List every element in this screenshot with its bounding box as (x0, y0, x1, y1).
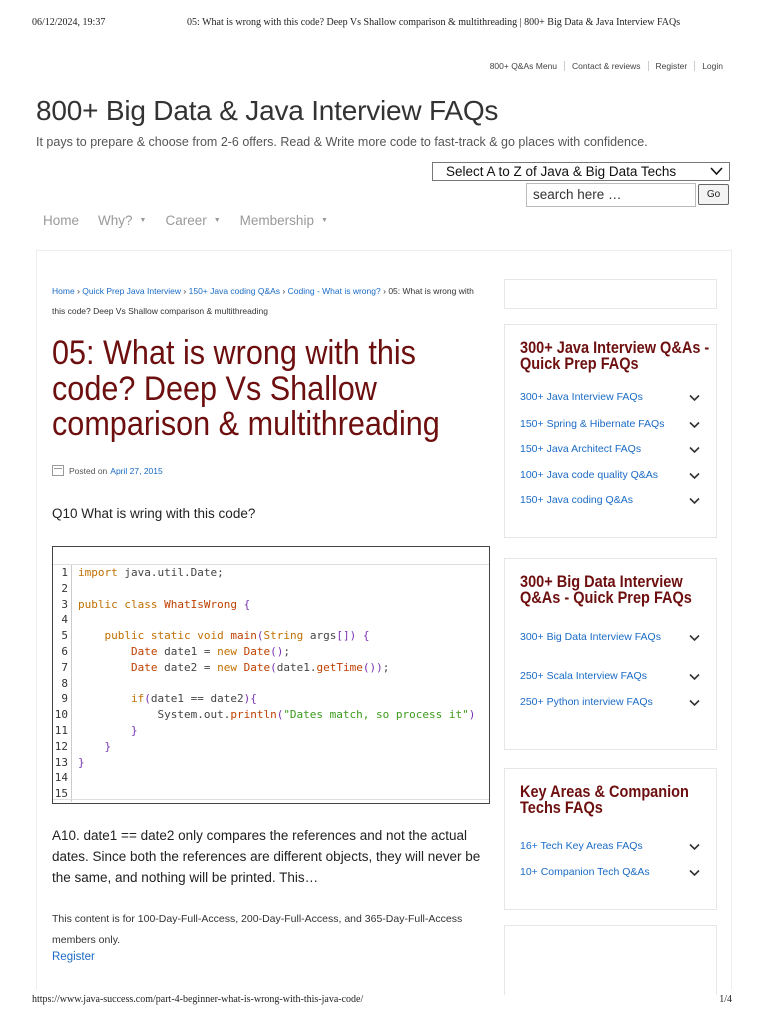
sidebar-ad-slot (504, 279, 717, 309)
widget-item[interactable]: 16+ Tech Key Areas FAQs (520, 841, 710, 852)
breadcrumb-home[interactable]: Home (52, 286, 75, 296)
breadcrumb-what-is-wrong[interactable]: Coding - What is wrong? (288, 286, 381, 296)
widget-item[interactable]: 300+ Java Interview FAQs (520, 392, 710, 403)
nav-career[interactable]: Career ▼ (165, 213, 220, 228)
post-title: 05: What is wrong with this code? Deep V… (52, 334, 440, 443)
widget-item[interactable]: 250+ Scala Interview FAQs (520, 671, 710, 682)
site-description: It pays to prepare & choose from 2-6 off… (36, 135, 648, 149)
caret-down-icon: ▼ (139, 217, 147, 224)
site-title[interactable]: 800+ Big Data & Java Interview FAQs (36, 95, 498, 127)
topnav-menu-link[interactable]: 800+ Q&As Menu (483, 61, 564, 71)
question-text: Q10 What is wring with this code? (52, 506, 256, 521)
main-nav: Home Why? ▼ Career ▼ Membership ▼ (43, 213, 347, 228)
print-date: 06/12/2024, 19:37 (32, 17, 106, 28)
breadcrumb: Home › Quick Prep Java Interview › 150+ … (52, 286, 474, 316)
print-page-number: 1/4 (719, 994, 732, 1005)
nav-why[interactable]: Why? ▼ (98, 213, 146, 228)
widget-item[interactable]: 150+ Java Architect FAQs (520, 444, 710, 455)
tech-select[interactable]: Select A to Z of Java & Big Data Techs (432, 162, 730, 181)
top-nav: 800+ Q&As Menu Contact & reviews Registe… (483, 61, 730, 71)
widget-title: Key Areas & Companion Techs FAQs (520, 783, 689, 817)
widget-item[interactable]: 150+ Spring & Hibernate FAQs (520, 419, 710, 430)
search-input[interactable]: search here … (526, 183, 696, 207)
print-footer: https://www.java-success.com/part-4-begi… (32, 994, 736, 1008)
chevron-down-icon (689, 446, 700, 457)
nav-membership[interactable]: Membership ▼ (240, 213, 328, 228)
posted-date-link[interactable]: April 27, 2015 (110, 466, 162, 476)
print-url: https://www.java-success.com/part-4-begi… (32, 994, 364, 1005)
topnav-login-link[interactable]: Login (694, 61, 730, 71)
chevron-down-icon (689, 869, 700, 880)
caret-down-icon: ▼ (213, 217, 221, 224)
calendar-icon (52, 465, 64, 476)
print-header: 06/12/2024, 19:37 05: What is wrong with… (32, 17, 736, 31)
access-note: This content is for 100-Day-Full-Access,… (52, 913, 463, 946)
chevron-down-icon (689, 394, 700, 405)
widget-item[interactable]: 300+ Big Data Interview FAQs (520, 628, 710, 646)
post-meta: Posted on April 27, 2015 (52, 465, 163, 476)
chevron-down-icon (689, 699, 700, 710)
sidebar-widget-empty (504, 925, 717, 995)
tech-select-value: Select A to Z of Java & Big Data Techs (446, 164, 677, 179)
code-body: 1 import java.util.Date; 2 3 public class … (54, 565, 476, 802)
print-title: 05: What is wrong with this code? Deep V… (187, 17, 681, 28)
posted-label: Posted on (69, 465, 108, 476)
widget-bigdata-faqs: 300+ Big Data Interview Q&As - Quick Pre… (504, 558, 717, 750)
chevron-down-icon (689, 421, 700, 432)
topnav-contact-link[interactable]: Contact & reviews (564, 61, 648, 71)
code-toolbar (53, 547, 489, 565)
widget-item[interactable]: 150+ Java coding Q&As (520, 495, 710, 506)
register-link[interactable]: Register (52, 951, 95, 963)
chevron-down-icon (689, 843, 700, 854)
chevron-down-icon (689, 472, 700, 483)
answer-text: A10. date1 == date2 only compares the re… (52, 828, 481, 885)
caret-down-icon: ▼ (320, 217, 328, 224)
code-block: 1 import java.util.Date; 2 3 public class … (52, 546, 490, 804)
widget-title: 300+ Java Interview Q&As - Quick Prep FA… (520, 339, 710, 373)
chevron-down-icon (710, 164, 723, 181)
code-scrollbar[interactable] (53, 799, 489, 803)
nav-home[interactable]: Home (43, 213, 79, 228)
breadcrumb-coding-qas[interactable]: 150+ Java coding Q&As (189, 286, 280, 296)
breadcrumb-quick-prep[interactable]: Quick Prep Java Interview (82, 286, 181, 296)
widget-java-faqs: 300+ Java Interview Q&As - Quick Prep FA… (504, 324, 717, 538)
widget-item[interactable]: 250+ Python interview FAQs (520, 693, 710, 711)
chevron-down-icon (689, 634, 700, 645)
chevron-down-icon (689, 497, 700, 508)
widget-key-areas: Key Areas & Companion Techs FAQs 16+ Tec… (504, 768, 717, 910)
widget-item[interactable]: 100+ Java code quality Q&As (520, 470, 710, 481)
widget-item[interactable]: 10+ Companion Tech Q&As (520, 867, 710, 878)
chevron-down-icon (689, 673, 700, 684)
widget-title: 300+ Big Data Interview Q&As - Quick Pre… (520, 573, 692, 607)
topnav-register-link[interactable]: Register (647, 61, 695, 71)
search-go-button[interactable]: Go (698, 184, 729, 205)
